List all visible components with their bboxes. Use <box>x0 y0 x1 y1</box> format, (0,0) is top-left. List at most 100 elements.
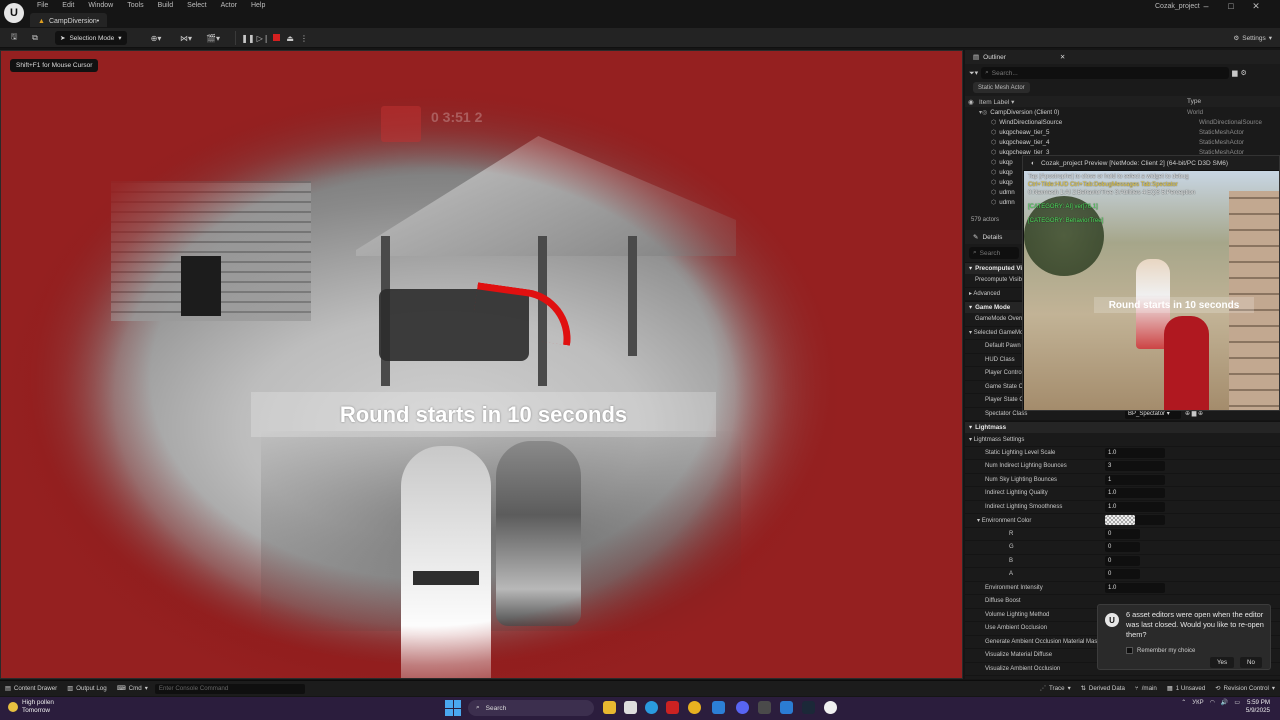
edge-icon[interactable] <box>645 701 658 714</box>
eject-icon[interactable]: ⏏ <box>285 31 295 45</box>
search-icon: ⌕ <box>985 69 989 76</box>
cinematics-icon[interactable]: 🎬▾ <box>202 31 224 45</box>
lightmass-prop-input[interactable]: 3 <box>1105 461 1165 472</box>
branch-button[interactable]: ⑂/main <box>1130 681 1162 697</box>
team-icon <box>381 106 421 142</box>
lightmass-prop-input[interactable]: 1 <box>1105 474 1165 485</box>
selection-mode-label: Selection Mode <box>69 34 115 42</box>
visual-studio-icon[interactable] <box>780 701 793 714</box>
chevron-down-icon: ▾ <box>118 35 122 42</box>
outliner-search-input[interactable]: ⌕ Search... <box>981 67 1230 79</box>
weather-widget[interactable]: High pollen Tomorrow <box>8 699 54 715</box>
blueprint-icon[interactable]: ⋈▾ <box>175 31 197 45</box>
trace-dropdown[interactable]: ⋰ Trace ▾ <box>1035 681 1076 697</box>
lightmass-prop-input[interactable]: 1.0 <box>1105 447 1165 458</box>
start-button-icon[interactable] <box>445 700 461 716</box>
lightmass-prop-input[interactable]: 1.0 <box>1105 488 1165 499</box>
menu-build[interactable]: Build <box>151 1 181 10</box>
color-channel-input[interactable]: 0 <box>1105 555 1140 566</box>
gear-icon[interactable]: ⚙ <box>1241 69 1247 77</box>
wifi-icon[interactable]: ◠ <box>1210 699 1215 706</box>
menu-window[interactable]: Window <box>81 1 120 10</box>
yes-button[interactable]: Yes <box>1210 657 1235 668</box>
outliner-tab-label: Outliner <box>983 53 1006 61</box>
unreal-taskbar-icon[interactable] <box>824 701 837 714</box>
close-icon[interactable]: ✕ <box>1245 0 1267 14</box>
content-drawer-button[interactable]: ▤ Content Drawer <box>0 681 62 697</box>
menu-tools[interactable]: Tools <box>120 1 150 10</box>
eye-icon[interactable]: ◉ <box>965 98 979 106</box>
remember-choice-checkbox[interactable]: Remember my choice <box>1126 647 1195 654</box>
environment-color-swatch[interactable] <box>1105 515 1135 526</box>
outliner-row[interactable]: ⬡ ukqpcheaw_tier_5 StaticMeshActor <box>965 127 1280 137</box>
app-icon[interactable] <box>666 701 679 714</box>
no-button[interactable]: No <box>1240 657 1262 668</box>
unsaved-button[interactable]: ▦ 1 Unsaved <box>1162 681 1210 697</box>
folder-icon[interactable]: ▆ <box>1232 69 1237 77</box>
menu-edit[interactable]: Edit <box>55 1 81 10</box>
lightmass-prop-label: Num Indirect Lighting Bounces <box>985 463 1067 470</box>
input-language[interactable]: УКР <box>1192 700 1203 706</box>
steam-icon[interactable] <box>802 701 815 714</box>
outliner-row[interactable]: ⬡ ukqpcheaw_tier_4 StaticMeshActor <box>965 137 1280 147</box>
details-search-input[interactable]: ⌕ Search <box>969 247 1019 259</box>
pause-icon[interactable]: ❚❚ <box>241 31 254 45</box>
menu-help[interactable]: Help <box>244 1 272 10</box>
details-search-placeholder: Search <box>979 249 1001 257</box>
color-channel-input[interactable]: 0 <box>1105 542 1140 553</box>
level-viewport[interactable]: 0 3:51 2 Round starts in 10 seconds <box>0 50 963 679</box>
color-picker[interactable] <box>1135 515 1165 526</box>
unreal-logo-icon[interactable]: U <box>4 3 24 23</box>
maximize-icon[interactable]: □ <box>1220 0 1242 14</box>
settings-button[interactable]: ⚙ Settings ▾ <box>1233 31 1272 45</box>
pie-game-view[interactable]: Round starts in 10 seconds Tap [Apostrop… <box>1024 171 1279 410</box>
stop-icon[interactable] <box>273 34 280 41</box>
lightmass-prop-input[interactable]: 1.0 <box>1105 501 1165 512</box>
save-icon[interactable]: 🖫 <box>8 31 20 45</box>
close-tab-icon[interactable]: ✕ <box>1060 53 1065 61</box>
browse-icon[interactable]: ⊕ ▆ ⊕ <box>1185 410 1203 417</box>
notepad-icon[interactable] <box>624 701 637 714</box>
cmd-dropdown[interactable]: ⌨ Cmd ▾ <box>112 681 153 697</box>
outliner-row[interactable]: ▾◎ CampDiversion (Client 0) World <box>965 107 1280 117</box>
output-log-button[interactable]: ▥ Output Log <box>62 681 111 697</box>
revision-control-button[interactable]: ⟲ Revision Control ▾ <box>1210 681 1280 697</box>
step-icon[interactable]: ▷❘ <box>257 31 270 45</box>
derived-data-button[interactable]: ⇅ Derived Data <box>1076 681 1130 697</box>
color-channel-prop: B0 <box>965 555 1280 568</box>
add-actor-icon[interactable]: ⊕▾ <box>145 31 167 45</box>
filter-chip[interactable]: Static Mesh Actor <box>973 82 1030 93</box>
color-channel-input[interactable]: 0 <box>1105 569 1140 580</box>
menu-select[interactable]: Select <box>180 1 213 10</box>
filter-icon[interactable]: ⏷▾ <box>969 69 978 78</box>
vscode-icon[interactable] <box>712 701 725 714</box>
prop-lightmass-settings[interactable]: ▾ Lightmass Settings <box>965 433 1280 447</box>
file-explorer-icon[interactable] <box>603 701 616 714</box>
project-tab[interactable]: ▲ CampDiversion• <box>30 13 108 27</box>
section-lightmass[interactable]: ▾ Lightmass <box>965 421 1280 433</box>
volume-icon[interactable]: 🔊 <box>1221 699 1228 706</box>
content-browser-icon[interactable]: ⧉ <box>28 31 42 45</box>
chevron-up-icon[interactable]: ⌃ <box>1181 699 1186 706</box>
minimize-icon[interactable]: – <box>1195 0 1217 14</box>
console-input[interactable]: Enter Console Command <box>154 683 305 694</box>
menu-actor[interactable]: Actor <box>214 1 244 10</box>
outliner-row[interactable]: ⬡ WindDirectionalSource WindDirectionalSou… <box>965 117 1280 127</box>
column-item-label[interactable]: Item Label ▾ <box>979 98 1187 106</box>
outliner-tab[interactable]: ▤ Outliner ✕ <box>965 50 1280 64</box>
pie-character-red <box>1164 316 1209 410</box>
chrome-icon[interactable] <box>688 701 701 714</box>
menu-file[interactable]: File <box>30 1 55 10</box>
discord-icon[interactable] <box>736 701 749 714</box>
terminal-icon[interactable] <box>758 701 771 714</box>
taskbar-clock[interactable]: 5:59 PM 5/9/2025 <box>1230 699 1270 715</box>
more-options-icon[interactable]: ⋮ <box>300 31 308 45</box>
pie-preview-window[interactable]: ◐ Cozak_project Preview [NetMode: Client… <box>1022 155 1280 411</box>
selection-mode-dropdown[interactable]: ➤ Selection Mode ▾ <box>55 31 127 45</box>
color-channel-input[interactable]: 0 <box>1105 528 1140 539</box>
taskbar-search[interactable]: ⌕ Search <box>468 700 594 716</box>
environment-intensity-input[interactable]: 1.0 <box>1105 582 1165 593</box>
pie-title-bar[interactable]: ◐ Cozak_project Preview [NetMode: Client… <box>1023 156 1279 170</box>
lightmass-prop: Indirect Lighting Quality 1.0 <box>965 487 1280 501</box>
column-type[interactable]: Type <box>1187 98 1201 105</box>
